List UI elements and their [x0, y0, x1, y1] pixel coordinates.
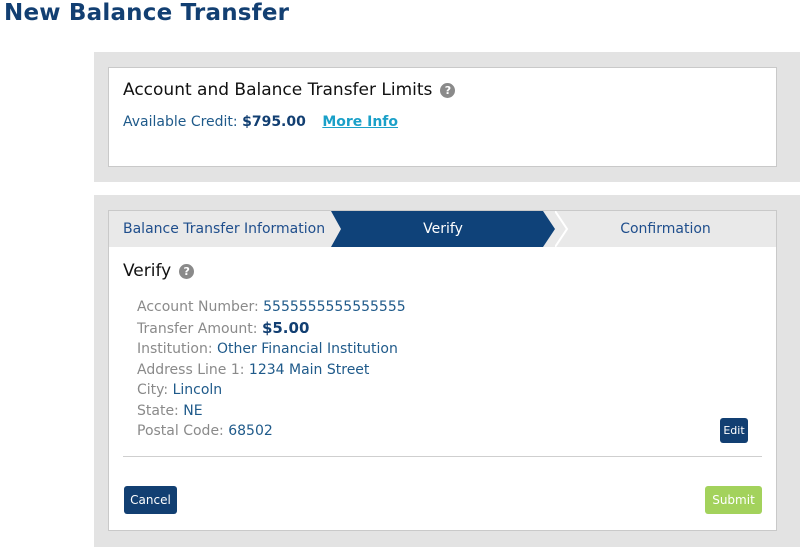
detail-row-account-number: Account Number: 5555555555555555 — [137, 297, 406, 318]
step-balance-transfer-information[interactable]: Balance Transfer Information — [123, 211, 325, 247]
detail-label: Institution: — [137, 341, 213, 357]
verify-heading-text: Verify — [123, 261, 172, 281]
limits-heading-text: Account and Balance Transfer Limits — [123, 80, 433, 100]
limits-card: Account and Balance Transfer Limits? Ava… — [108, 67, 777, 167]
detail-value: NE — [183, 402, 203, 419]
detail-value: $5.00 — [261, 318, 310, 337]
progress-stepper: Balance Transfer Information Verify Conf… — [109, 211, 776, 247]
detail-label: Postal Code: — [137, 423, 224, 439]
submit-button[interactable]: Submit — [705, 486, 762, 514]
detail-row-institution: Institution: Other Financial Institution — [137, 339, 406, 360]
detail-label: Address Line 1: — [137, 361, 245, 378]
detail-value: 68502 — [228, 423, 273, 439]
detail-row-city: City: Lincoln — [137, 380, 406, 401]
help-icon[interactable]: ? — [440, 82, 456, 98]
verify-card: Balance Transfer Information Verify Conf… — [108, 210, 777, 531]
detail-label: City: — [137, 382, 169, 398]
detail-label: Transfer Amount: — [137, 320, 258, 337]
detail-value: 5555555555555555 — [263, 299, 406, 315]
transfer-details: Account Number: 5555555555555555 Transfe… — [137, 297, 406, 442]
help-icon[interactable]: ? — [179, 263, 195, 279]
available-credit-value: $795.00 — [242, 114, 306, 130]
step-confirmation[interactable]: Confirmation — [555, 211, 776, 247]
detail-value: 1234 Main Street — [248, 361, 370, 378]
edit-button[interactable]: Edit — [720, 418, 748, 443]
verify-heading: Verify? — [123, 261, 195, 281]
detail-row-address-line-1: Address Line 1: 1234 Main Street — [137, 360, 406, 381]
detail-row-state: State: NE — [137, 401, 406, 422]
detail-row-postal-code: Postal Code: 68502 — [137, 421, 406, 442]
detail-value: Other Financial Institution — [217, 341, 398, 357]
available-credit-label: Available Credit: — [123, 114, 238, 130]
cancel-button[interactable]: Cancel — [124, 486, 177, 514]
detail-row-transfer-amount: Transfer Amount: $5.00 — [137, 318, 406, 340]
available-credit-line: Available Credit: $795.00 More Info — [123, 114, 398, 130]
step-verify[interactable]: Verify — [331, 211, 555, 247]
detail-value: Lincoln — [172, 382, 223, 398]
detail-label: Account Number: — [137, 299, 259, 315]
detail-label: State: — [137, 402, 179, 419]
more-info-link[interactable]: More Info — [322, 114, 398, 130]
limits-heading: Account and Balance Transfer Limits? — [123, 80, 456, 100]
page-title: New Balance Transfer — [4, 0, 290, 26]
divider — [123, 456, 762, 457]
